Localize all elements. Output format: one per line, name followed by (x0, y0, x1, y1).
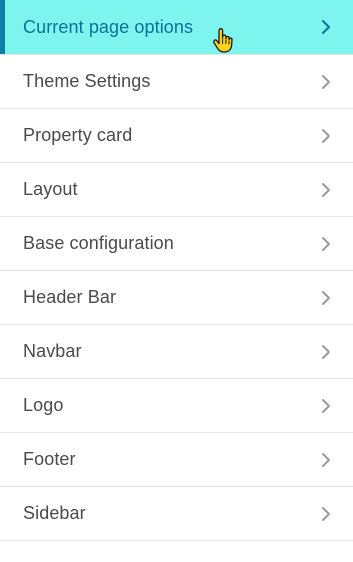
chevron-right-icon (319, 235, 333, 253)
chevron-right-icon (319, 397, 333, 415)
menu-item-label: Current page options (23, 16, 194, 37)
menu-item-current-page-options[interactable]: Current page options (0, 0, 353, 55)
menu-item-property-card[interactable]: Property card (0, 109, 353, 163)
chevron-right-icon (319, 73, 333, 91)
menu-item-label: Header Bar (23, 287, 117, 307)
menu-item-base-configuration[interactable]: Base configuration (0, 217, 353, 271)
menu-item-label: Layout (23, 179, 78, 199)
menu-item-label: Property card (23, 125, 133, 145)
menu-item-label: Logo (23, 395, 64, 415)
menu-item-layout[interactable]: Layout (0, 163, 353, 217)
menu-item-label: Base configuration (23, 233, 174, 253)
menu-item-theme-settings[interactable]: Theme Settings (0, 55, 353, 109)
menu-item-footer[interactable]: Footer (0, 433, 353, 487)
chevron-right-icon (319, 343, 333, 361)
settings-menu: Current page options Theme Settings Proper… (0, 0, 353, 562)
menu-item-label: Theme Settings (23, 71, 151, 91)
chevron-right-icon (319, 127, 333, 145)
chevron-right-icon (319, 451, 333, 469)
menu-item-logo[interactable]: Logo (0, 379, 353, 433)
menu-item-label: Footer (23, 449, 76, 469)
chevron-right-icon (319, 18, 333, 36)
menu-item-label: Sidebar (23, 503, 86, 523)
chevron-right-icon (319, 505, 333, 523)
menu-item-navbar[interactable]: Navbar (0, 325, 353, 379)
chevron-right-icon (319, 181, 333, 199)
menu-item-label: Navbar (23, 341, 82, 361)
menu-item-header-bar[interactable]: Header Bar (0, 271, 353, 325)
menu-item-sidebar[interactable]: Sidebar (0, 487, 353, 541)
chevron-right-icon (319, 289, 333, 307)
